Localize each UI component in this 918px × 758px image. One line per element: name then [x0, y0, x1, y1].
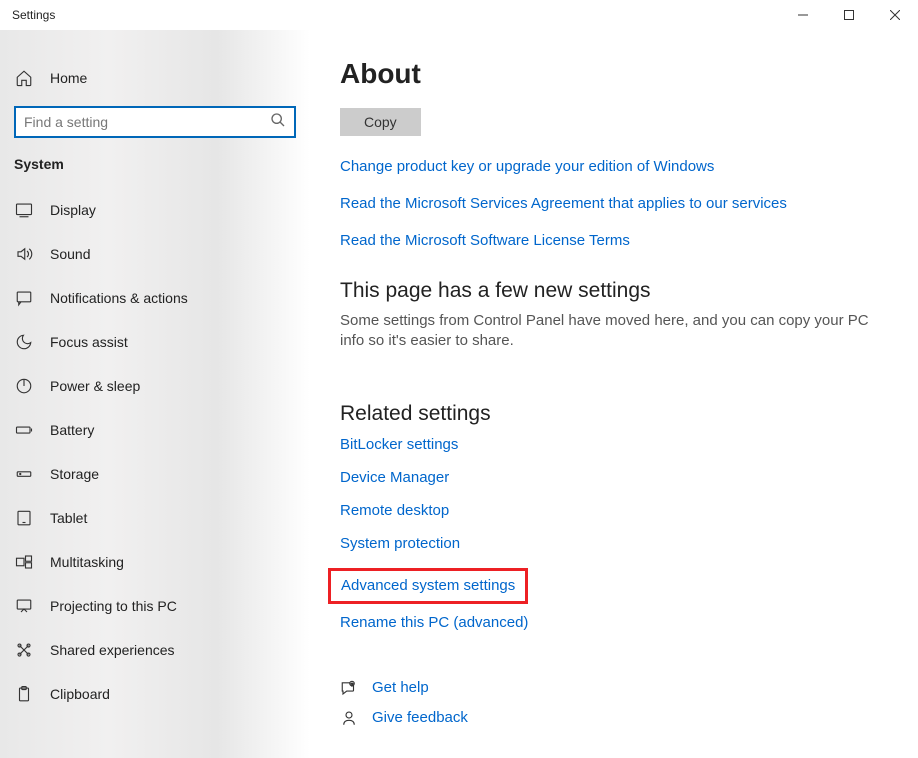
power-icon	[14, 377, 34, 395]
services-agreement-link[interactable]: Read the Microsoft Services Agreement th…	[340, 195, 888, 212]
copy-button[interactable]: Copy	[340, 108, 421, 136]
search-input[interactable]	[24, 114, 270, 130]
sidebar-item-label: Storage	[50, 466, 99, 482]
focus-assist-icon	[14, 333, 34, 351]
sidebar-item-label: Projecting to this PC	[50, 598, 177, 614]
footer-links: ? Get help Give feedback	[340, 679, 888, 727]
tablet-icon	[14, 509, 34, 527]
feedback-icon	[340, 709, 358, 727]
home-icon	[14, 69, 34, 87]
sidebar: Home System Display Sound Notifica	[0, 30, 310, 758]
page-title: About	[340, 58, 888, 90]
device-manager-link[interactable]: Device Manager	[340, 469, 449, 486]
get-help-row: ? Get help	[340, 679, 888, 697]
main-layout: Home System Display Sound Notifica	[0, 30, 918, 758]
multitasking-icon	[14, 553, 34, 571]
clipboard-icon	[14, 685, 34, 703]
system-protection-link[interactable]: System protection	[340, 535, 460, 552]
search-box[interactable]	[14, 106, 296, 138]
sidebar-item-label: Display	[50, 202, 96, 218]
sidebar-item-label: Shared experiences	[50, 642, 175, 658]
display-icon	[14, 201, 34, 219]
sidebar-item-shared[interactable]: Shared experiences	[0, 628, 310, 672]
shared-icon	[14, 641, 34, 659]
category-label: System	[0, 156, 310, 188]
new-settings-heading: This page has a few new settings	[340, 279, 888, 303]
sidebar-item-projecting[interactable]: Projecting to this PC	[0, 584, 310, 628]
sidebar-item-power-sleep[interactable]: Power & sleep	[0, 364, 310, 408]
search-icon	[270, 112, 286, 133]
sidebar-item-display[interactable]: Display	[0, 188, 310, 232]
get-help-link[interactable]: Get help	[372, 679, 429, 696]
sidebar-item-label: Clipboard	[50, 686, 110, 702]
battery-icon	[14, 421, 34, 439]
highlighted-link-box: Advanced system settings	[328, 568, 528, 604]
bitlocker-link[interactable]: BitLocker settings	[340, 436, 458, 453]
window-title: Settings	[12, 8, 55, 22]
remote-desktop-link[interactable]: Remote desktop	[340, 502, 449, 519]
window-controls	[780, 0, 918, 30]
sidebar-item-label: Focus assist	[50, 334, 128, 350]
sidebar-item-label: Power & sleep	[50, 378, 140, 394]
sidebar-item-clipboard[interactable]: Clipboard	[0, 672, 310, 716]
maximize-button[interactable]	[826, 0, 872, 30]
sidebar-item-label: Battery	[50, 422, 94, 438]
titlebar: Settings	[0, 0, 918, 30]
minimize-button[interactable]	[780, 0, 826, 30]
content-area: About Copy Change product key or upgrade…	[310, 30, 918, 758]
projecting-icon	[14, 597, 34, 615]
change-product-key-link[interactable]: Change product key or upgrade your editi…	[340, 158, 888, 175]
related-links: BitLocker settings Device Manager Remote…	[340, 436, 888, 647]
sidebar-item-label: Sound	[50, 246, 90, 262]
sidebar-item-notifications[interactable]: Notifications & actions	[0, 276, 310, 320]
sidebar-item-focus-assist[interactable]: Focus assist	[0, 320, 310, 364]
sidebar-item-multitasking[interactable]: Multitasking	[0, 540, 310, 584]
sidebar-home[interactable]: Home	[0, 58, 310, 98]
sidebar-item-label: Tablet	[50, 510, 87, 526]
sidebar-item-label: Multitasking	[50, 554, 124, 570]
related-settings-heading: Related settings	[340, 402, 888, 426]
storage-icon	[14, 465, 34, 483]
notifications-icon	[14, 289, 34, 307]
sound-icon	[14, 245, 34, 263]
sidebar-item-storage[interactable]: Storage	[0, 452, 310, 496]
rename-pc-link[interactable]: Rename this PC (advanced)	[340, 614, 528, 631]
new-settings-text: Some settings from Control Panel have mo…	[340, 311, 888, 352]
license-terms-link[interactable]: Read the Microsoft Software License Term…	[340, 232, 888, 249]
help-icon: ?	[340, 679, 358, 697]
give-feedback-row: Give feedback	[340, 709, 888, 727]
sidebar-item-label: Notifications & actions	[50, 290, 188, 306]
close-button[interactable]	[872, 0, 918, 30]
sidebar-item-battery[interactable]: Battery	[0, 408, 310, 452]
home-label: Home	[50, 70, 87, 86]
give-feedback-link[interactable]: Give feedback	[372, 709, 468, 726]
advanced-system-settings-link[interactable]: Advanced system settings	[341, 577, 515, 594]
sidebar-item-sound[interactable]: Sound	[0, 232, 310, 276]
sidebar-item-tablet[interactable]: Tablet	[0, 496, 310, 540]
